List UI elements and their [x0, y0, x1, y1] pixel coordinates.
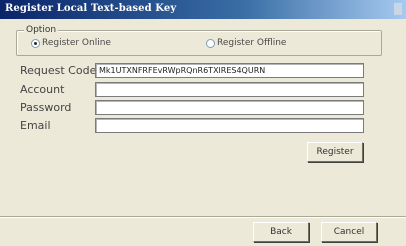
email-field[interactable]: [95, 118, 364, 133]
cancel-button[interactable]: Cancel: [321, 222, 377, 242]
request-code-field[interactable]: Mk1UTXNFRFEvRWpRQnR6TXlRES4QURN: [95, 63, 364, 78]
account-label: Account: [20, 83, 65, 96]
back-button[interactable]: Back: [253, 222, 309, 242]
account-field[interactable]: [95, 82, 364, 97]
close-icon[interactable]: [394, 3, 402, 15]
password-field[interactable]: [95, 100, 364, 115]
register-button[interactable]: Register: [307, 142, 363, 162]
register-online-radio[interactable]: [31, 39, 40, 48]
window-title: Register Local Text-based Key: [5, 3, 177, 14]
footer-divider: [0, 216, 406, 218]
title-bar: Register Local Text-based Key: [0, 0, 406, 19]
option-legend: Option: [24, 25, 59, 36]
register-offline-radio[interactable]: [206, 39, 215, 48]
register-offline-label[interactable]: Register Offline: [217, 38, 286, 49]
email-label: Email: [20, 119, 51, 132]
register-online-label[interactable]: Register Online: [42, 38, 111, 49]
password-label: Password: [20, 101, 72, 114]
request-code-label: Request Code: [20, 64, 97, 77]
